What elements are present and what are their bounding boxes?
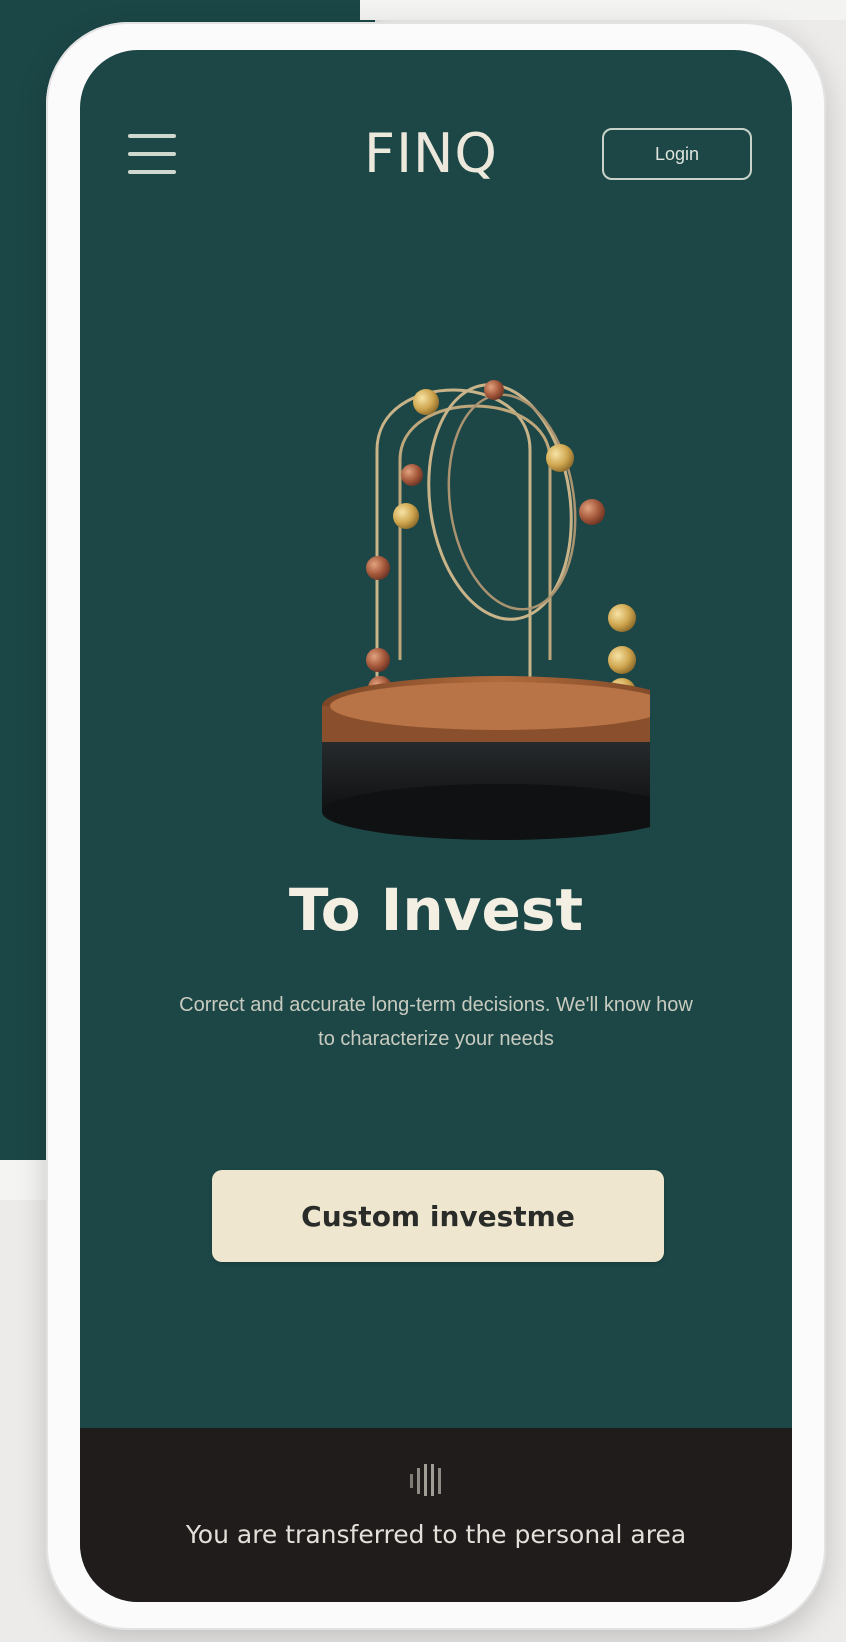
transfer-status-bar: You are transferred to the personal area — [80, 1428, 792, 1602]
page-description: Correct and accurate long-term decisions… — [179, 994, 693, 1050]
scene: FINQ Login To Invest Correct and accurat… — [0, 0, 846, 1642]
background-white-strip — [360, 0, 846, 20]
loading-bars-icon — [410, 1464, 441, 1496]
login-button[interactable]: Login — [602, 128, 752, 180]
custom-investment-button[interactable]: Custom investme — [212, 1170, 664, 1262]
page-title: To Invest — [288, 876, 584, 944]
brand-logo: FINQ — [364, 122, 498, 185]
hamburger-menu-icon[interactable] — [128, 134, 176, 174]
transfer-status-text: You are transferred to the personal area — [185, 1520, 687, 1549]
app-screen: FINQ Login To Invest Correct and accurat… — [80, 50, 792, 1602]
phone-frame: FINQ Login To Invest Correct and accurat… — [46, 22, 826, 1630]
abacus-illustration — [322, 380, 650, 840]
